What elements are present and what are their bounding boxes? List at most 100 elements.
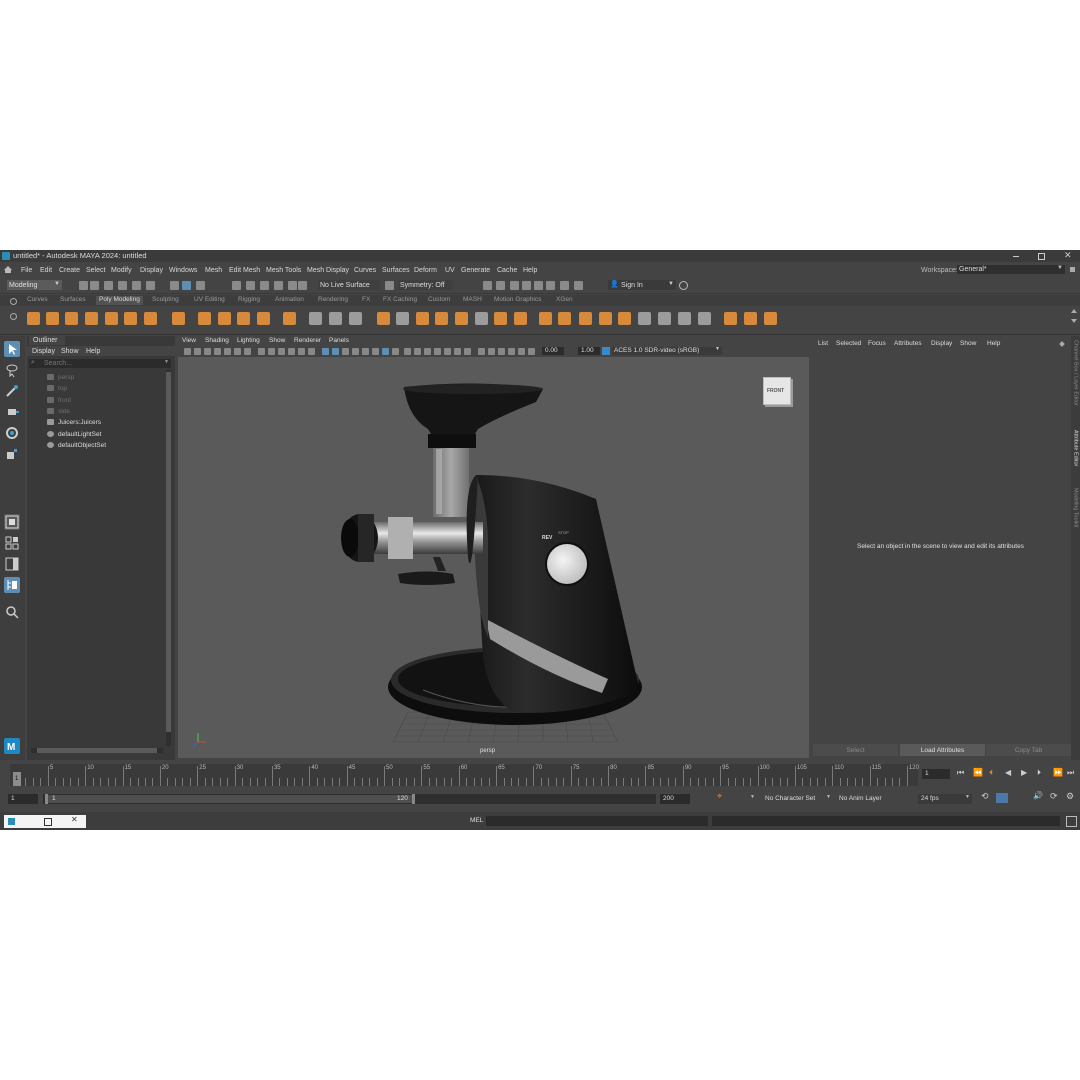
restore-icon[interactable] <box>44 818 52 826</box>
viewport-tool-icon-3[interactable] <box>214 348 221 355</box>
menu-generate[interactable]: Generate <box>461 267 490 274</box>
status-tool-icon-3[interactable] <box>118 281 127 290</box>
shelf-tab-fx[interactable]: FX <box>362 296 370 304</box>
viewport-tool-icon-25[interactable] <box>444 348 451 355</box>
shelf-scroll-down-icon[interactable] <box>1071 319 1077 323</box>
viewport-tool-icon-30[interactable] <box>498 348 505 355</box>
symmetry-dropdown[interactable]: Symmetry: Off <box>398 280 453 290</box>
viewport-tool-icon-12[interactable] <box>308 348 315 355</box>
anim-layer-dropdown[interactable]: ▼ No Anim Layer <box>826 794 892 804</box>
viewport-tool-icon-2[interactable] <box>204 348 211 355</box>
layout-icons[interactable] <box>1016 281 1076 289</box>
shelf-cone-icon[interactable] <box>85 312 98 325</box>
outliner-menu-show[interactable]: Show <box>61 348 79 355</box>
shelf-platonic-icon[interactable] <box>172 312 185 325</box>
shelf-type-icon[interactable] <box>218 312 231 325</box>
select-tool-icon[interactable] <box>4 341 20 357</box>
viewport-tool-icon-11[interactable] <box>298 348 305 355</box>
rotate-tool-icon[interactable] <box>4 425 20 441</box>
shelf-tab-uv-editing[interactable]: UV Editing <box>194 296 225 304</box>
shelf-separate-icon[interactable] <box>309 312 322 325</box>
shelf-knife-icon[interactable] <box>539 312 552 325</box>
attribute-menu-list[interactable]: List <box>818 340 828 347</box>
outliner-tab[interactable]: Outliner <box>29 336 65 345</box>
shelf-bevel-icon[interactable] <box>416 312 429 325</box>
viewport-tool-icon-17[interactable] <box>362 348 369 355</box>
shelf-sweep-mesh-icon[interactable] <box>257 312 270 325</box>
viewport-tool-icon-27[interactable] <box>464 348 471 355</box>
viewport-tool-icon-22[interactable] <box>414 348 421 355</box>
status-tool-icon-22[interactable] <box>560 281 569 290</box>
status-tool-icon-10[interactable] <box>246 281 255 290</box>
shelf-tab-poly-modeling[interactable]: Poly Modeling <box>96 296 143 305</box>
loop-icon[interactable]: ⟲ <box>981 792 989 801</box>
copy-tab-button[interactable]: Copy Tab <box>986 744 1071 756</box>
menu-modify[interactable]: Modify <box>111 267 132 274</box>
step-back-frame-icon[interactable]: ⏴ <box>989 769 993 777</box>
viewport-menu-show[interactable]: Show <box>269 337 285 344</box>
viewport-tool-icon-31[interactable] <box>508 348 515 355</box>
range-slider-track[interactable]: 1 120 <box>43 794 656 804</box>
close-icon[interactable]: ✕ <box>1064 251 1072 260</box>
outliner-scrollbar[interactable] <box>166 370 171 746</box>
viewport-tool-icon-0[interactable] <box>184 348 191 355</box>
viewport-tool-icon-29[interactable] <box>488 348 495 355</box>
shelf-quad-draw-icon[interactable] <box>579 312 592 325</box>
viewport-menu-view[interactable]: View <box>182 337 196 344</box>
shelf-tab-curves[interactable]: Curves <box>27 296 48 304</box>
shelf-scroll-up-icon[interactable] <box>1071 309 1077 313</box>
shelf-plane-icon[interactable] <box>124 312 137 325</box>
shelf-relax-icon[interactable] <box>764 312 777 325</box>
shelf-tab-surfaces[interactable]: Surfaces <box>60 296 86 304</box>
viewport-tool-icon-4[interactable] <box>224 348 231 355</box>
auto-key-icon[interactable]: ⌖ <box>717 792 722 801</box>
gamma-field[interactable]: 1.00 <box>578 347 600 355</box>
shelf-cylinder-icon[interactable] <box>65 312 78 325</box>
menu-edit[interactable]: Edit <box>40 267 52 274</box>
shelf-tab-custom[interactable]: Custom <box>428 296 450 304</box>
menu-mesh[interactable]: Mesh <box>205 267 222 274</box>
shelf-extrude-icon[interactable] <box>455 312 468 325</box>
mode-dropdown[interactable]: Modeling ▼ <box>7 280 62 290</box>
hscroll-thumb[interactable] <box>37 748 157 753</box>
gear-icon[interactable] <box>10 298 17 305</box>
range-slider-right-handle[interactable] <box>412 794 415 804</box>
single-perspective-layout-icon[interactable] <box>4 514 20 530</box>
shelf-tab-rendering[interactable]: Rendering <box>318 296 348 304</box>
menu-select[interactable]: Select <box>86 267 105 274</box>
shelf-torus-icon[interactable] <box>105 312 118 325</box>
move-tool-icon[interactable] <box>4 404 20 420</box>
shelf-target-weld-icon[interactable] <box>514 312 527 325</box>
shelf-tab-motion-graphics[interactable]: Motion Graphics <box>494 296 541 304</box>
shelf-tab-rigging[interactable]: Rigging <box>238 296 260 304</box>
shelf-boolean-icon[interactable] <box>349 312 362 325</box>
shelf-tab-animation[interactable]: Animation <box>275 296 304 304</box>
shelf-tab-sculpting[interactable]: Sculpting <box>152 296 179 304</box>
viewport-menu-shading[interactable]: Shading <box>205 337 229 344</box>
scale-tool-icon[interactable] <box>4 446 20 462</box>
status-tool-icon-21[interactable] <box>546 281 555 290</box>
viewport-tool-icon-5[interactable] <box>234 348 241 355</box>
two-view-layout-icon[interactable] <box>4 556 20 572</box>
select-button[interactable]: Select <box>813 744 898 756</box>
outliner-item[interactable]: front <box>47 396 157 406</box>
viewport-tool-icon-16[interactable] <box>352 348 359 355</box>
viewport-tool-icon-24[interactable] <box>434 348 441 355</box>
play-forward-icon[interactable]: ▶ <box>1021 769 1027 777</box>
menu-cache[interactable]: Cache <box>497 267 517 274</box>
viewport-tool-icon-18[interactable] <box>372 348 379 355</box>
workspace-dropdown[interactable]: General* ▼ <box>957 265 1065 274</box>
attribute-menu-focus[interactable]: Focus <box>868 340 886 347</box>
menu-file[interactable]: File <box>21 267 32 274</box>
go-to-end-icon[interactable]: ⏭ <box>1067 769 1074 777</box>
view-cube[interactable]: FRONT <box>763 377 791 405</box>
taskbar-thumbnail[interactable]: ✕ <box>4 815 86 828</box>
outliner-search-input[interactable]: ⌕ Search... ▼ <box>29 359 171 368</box>
menu-surfaces[interactable]: Surfaces <box>382 267 410 274</box>
side-tab-channel-box[interactable]: Channel Box / Layer Editor <box>1072 340 1079 406</box>
status-tool-icon-20[interactable] <box>534 281 543 290</box>
menu-edit-mesh[interactable]: Edit Mesh <box>229 267 260 274</box>
sound-icon[interactable]: 🔊 <box>1033 792 1043 800</box>
help-icon[interactable] <box>679 281 688 290</box>
current-frame-field[interactable]: 1 <box>922 769 950 779</box>
